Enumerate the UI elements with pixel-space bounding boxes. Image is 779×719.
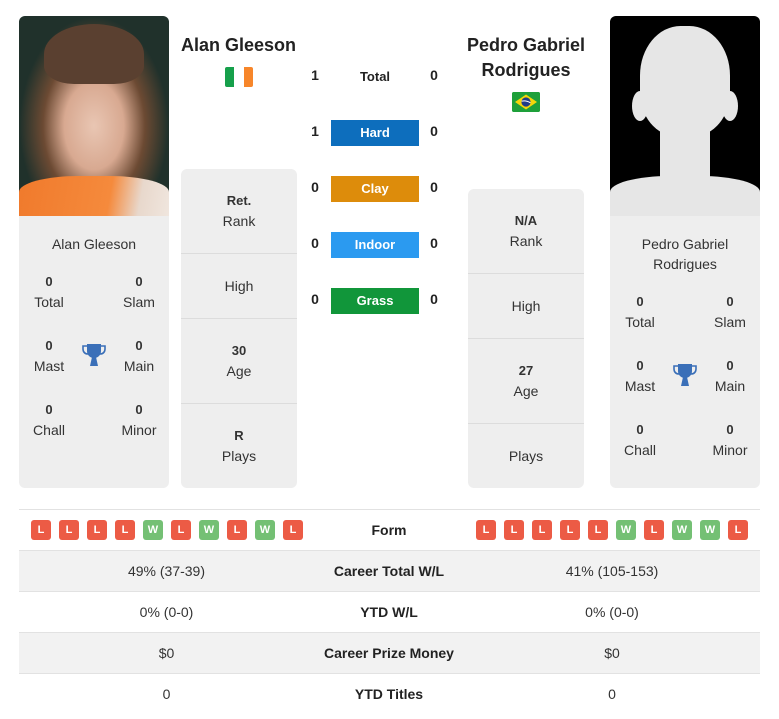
player2-rank: N/A Rank — [468, 189, 584, 274]
brazil-flag-icon — [512, 92, 540, 112]
form-win-badge[interactable]: W — [616, 520, 636, 540]
player1-titles-minor: 0 Minor — [121, 402, 157, 438]
player2-card: Pedro Gabriel Rodrigues 0 Total 0 Slam 0 Ma… — [610, 16, 760, 488]
h2h-hard-p2: 0 — [430, 123, 438, 139]
form-win-badge[interactable]: W — [672, 520, 692, 540]
h2h-grass-p1: 0 — [311, 291, 319, 307]
player2-form: LLLLLWLWWL — [476, 520, 748, 540]
player1-name[interactable]: Alan Gleeson — [170, 33, 307, 58]
player1-age: 30 Age — [181, 319, 297, 404]
h2h-grass-p2: 0 — [430, 291, 438, 307]
player2-titles-minor: 0 Minor — [712, 422, 748, 458]
player1-high: High — [181, 254, 297, 319]
player2-titles-chall: 0 Chall — [624, 422, 656, 458]
table-row: $0 Career Prize Money $0 — [19, 632, 760, 673]
player2-titles-slam: 0 Slam — [714, 294, 746, 330]
form-win-badge[interactable]: W — [255, 520, 275, 540]
form-loss-badge[interactable]: L — [31, 520, 51, 540]
player2-plays: Plays — [508, 448, 544, 464]
form-loss-badge[interactable]: L — [476, 520, 496, 540]
form-loss-badge[interactable]: L — [504, 520, 524, 540]
player1-ytd-wl: 0% (0-0) — [139, 604, 194, 620]
player2-name[interactable]: Pedro Gabriel Rodrigues — [455, 33, 597, 83]
player1-prize-money: $0 — [158, 645, 175, 661]
form-loss-badge[interactable]: L — [59, 520, 79, 540]
form-loss-badge[interactable]: L — [283, 520, 303, 540]
player2-card-name[interactable]: Pedro Gabriel Rodrigues — [610, 234, 760, 274]
row-label: YTD W/L — [360, 604, 418, 620]
form-loss-badge[interactable]: L — [115, 520, 135, 540]
player1-titles-main: 0 Main — [123, 338, 155, 374]
form-label: Form — [371, 522, 407, 538]
ireland-flag-icon — [225, 67, 253, 87]
player2-age: 27 Age — [468, 339, 584, 424]
player1-card-name[interactable]: Alan Gleeson — [19, 234, 169, 254]
row-label: Career Prize Money — [324, 645, 454, 661]
surface-grass-badge[interactable]: Grass — [331, 288, 419, 314]
h2h-total-label: Total — [359, 69, 391, 84]
player1-titles-mast: 0 Mast — [33, 338, 65, 374]
player1-titles-chall: 0 Chall — [33, 402, 65, 438]
form-win-badge[interactable]: W — [143, 520, 163, 540]
row-label: YTD Titles — [354, 686, 424, 702]
h2h-total-p2: 0 — [430, 67, 438, 83]
form-loss-badge[interactable]: L — [227, 520, 247, 540]
player1-photo[interactable] — [19, 16, 169, 216]
table-row: 49% (37-39) Career Total W/L 41% (105-15… — [19, 550, 760, 591]
form-loss-badge[interactable]: L — [87, 520, 107, 540]
player2-ytd-titles: 0 — [608, 686, 616, 702]
form-loss-badge[interactable]: L — [588, 520, 608, 540]
surface-hard-badge[interactable]: Hard — [331, 120, 419, 146]
player1-ytd-titles: 0 — [162, 686, 171, 702]
player2-ytd-wl: 0% (0-0) — [585, 604, 639, 620]
player1-plays: R Plays — [221, 428, 257, 464]
player2-titles-mast: 0 Mast — [624, 358, 656, 394]
form-loss-badge[interactable]: L — [560, 520, 580, 540]
h2h-clay-p2: 0 — [430, 179, 438, 195]
player2-titles-total: 0 Total — [625, 294, 655, 330]
form-loss-badge[interactable]: L — [171, 520, 191, 540]
row-label: Career Total W/L — [333, 563, 445, 579]
form-win-badge[interactable]: W — [199, 520, 219, 540]
player2-prize-money: $0 — [604, 645, 620, 661]
player2-titles-main: 0 Main — [714, 358, 746, 394]
player1-rank: Ret. Rank — [181, 169, 297, 254]
trophy-icon — [673, 364, 697, 386]
player2-career-wl: 41% (105-153) — [565, 563, 659, 579]
player1-form: LLLLWLWLWL — [31, 520, 303, 540]
h2h-hard-p1: 1 — [311, 123, 319, 139]
form-row: LLLLWLWLWL Form LLLLLWLWWL — [19, 509, 760, 550]
player2-photo-placeholder[interactable] — [610, 16, 760, 216]
form-loss-badge[interactable]: L — [644, 520, 664, 540]
player1-card: Alan Gleeson 0 Total 0 Slam 0 Mast 0 Main 0C… — [19, 16, 169, 488]
player2-info-card: N/A Rank High 27 Age Plays — [468, 189, 584, 488]
h2h-total-p1: 1 — [311, 67, 319, 83]
trophy-icon — [82, 344, 106, 366]
player2-high: High — [468, 274, 584, 339]
form-win-badge[interactable]: W — [700, 520, 720, 540]
form-loss-badge[interactable]: L — [728, 520, 748, 540]
player1-titles-slam: 0 Slam — [123, 274, 155, 310]
surface-clay-badge[interactable]: Clay — [331, 176, 419, 202]
player1-titles-total: 0 Total — [34, 274, 64, 310]
player1-career-wl: 49% (37-39) — [127, 563, 206, 579]
h2h-clay-p1: 0 — [311, 179, 319, 195]
h2h-indoor-p1: 0 — [311, 235, 319, 251]
h2h-indoor-p2: 0 — [430, 235, 438, 251]
table-row: 0 YTD Titles 0 — [19, 673, 760, 714]
surface-indoor-badge[interactable]: Indoor — [331, 232, 419, 258]
table-row: 0% (0-0) YTD W/L 0% (0-0) — [19, 591, 760, 632]
form-loss-badge[interactable]: L — [532, 520, 552, 540]
player1-info-card: Ret. Rank High 30 Age R Plays — [181, 169, 297, 488]
